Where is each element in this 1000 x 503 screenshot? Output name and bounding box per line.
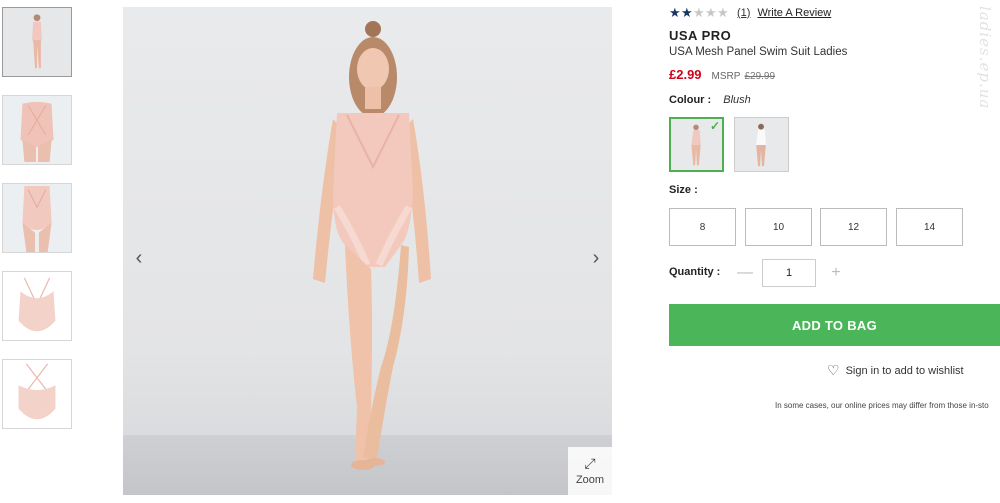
next-image-button[interactable]: ›: [582, 244, 610, 272]
msrp-price: £29.99: [744, 71, 776, 82]
star-empty-icon: ★: [717, 5, 729, 20]
sale-price: £2.99: [669, 67, 702, 82]
price-row: £2.99 MSRP £29.99: [669, 67, 775, 82]
size-option-12[interactable]: 12: [820, 208, 887, 246]
colour-swatch-blush[interactable]: ✓: [669, 117, 724, 172]
size-option-14[interactable]: 14: [896, 208, 963, 246]
thumbnail-4[interactable]: [2, 271, 72, 341]
size-option-8[interactable]: 8: [669, 208, 736, 246]
quantity-label: Quantity :: [669, 266, 721, 278]
star-rating: ★ ★ ★ ★ ★: [669, 6, 729, 19]
star-empty-icon: ★: [705, 5, 717, 20]
star-empty-icon: ★: [693, 5, 705, 20]
star-filled-icon: ★: [669, 5, 681, 20]
wishlist-label: Sign in to add to wishlist: [845, 364, 964, 377]
chevron-right-icon: ›: [592, 246, 600, 269]
checkmark-icon: ✓: [709, 119, 720, 133]
quantity-input[interactable]: [762, 259, 816, 287]
previous-image-button[interactable]: ‹: [125, 244, 153, 272]
heart-plus-icon: ♡: [827, 362, 840, 378]
colour-value: Blush: [723, 94, 751, 106]
expand-icon: ⤢: [584, 455, 596, 471]
thumbnail-2[interactable]: [2, 95, 72, 165]
size-option-10[interactable]: 10: [745, 208, 812, 246]
colour-label: Colour :: [669, 94, 712, 106]
zoom-label: Zoom: [575, 474, 605, 486]
write-review-link[interactable]: Write A Review: [757, 7, 831, 19]
price-disclaimer: In some cases, our online prices may dif…: [775, 401, 989, 410]
msrp-label: MSRP: [711, 71, 741, 82]
chevron-left-icon: ‹: [135, 246, 143, 269]
quantity-decrease-button[interactable]: —: [737, 263, 753, 283]
brand-name: USA PRO: [669, 28, 732, 43]
main-product-image: ‹ › ⤢ Zoom: [123, 7, 612, 495]
review-count-link[interactable]: (1): [737, 7, 750, 19]
thumbnail-5[interactable]: [2, 359, 72, 429]
thumbnail-1[interactable]: [2, 7, 72, 77]
wishlist-link[interactable]: ♡ Sign in to add to wishlist: [827, 362, 964, 379]
rating-row: ★ ★ ★ ★ ★ (1) Write A Review: [669, 6, 831, 19]
watermark-logo: ladies.ep.ua: [976, 6, 994, 110]
star-filled-icon: ★: [681, 5, 693, 20]
quantity-increase-button[interactable]: +: [828, 263, 844, 283]
colour-row: Colour : Blush: [669, 94, 751, 106]
zoom-button[interactable]: ⤢ Zoom: [568, 447, 612, 495]
product-title: USA Mesh Panel Swim Suit Ladies: [669, 46, 848, 58]
thumbnail-3[interactable]: [2, 183, 72, 253]
model-figure: [313, 21, 431, 470]
size-label: Size :: [669, 184, 698, 196]
add-to-bag-button[interactable]: ADD TO BAG: [669, 304, 1000, 346]
colour-swatch-alt[interactable]: [734, 117, 789, 172]
